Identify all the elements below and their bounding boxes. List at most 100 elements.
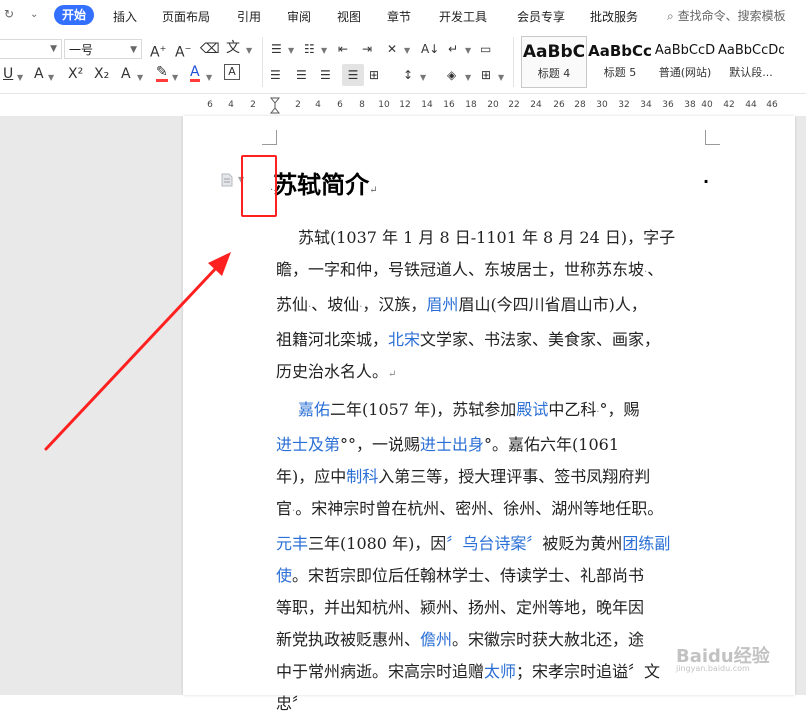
hyperlink[interactable]: 殿试 (516, 400, 548, 419)
chevron-down-icon[interactable]: ▼ (17, 69, 23, 87)
style-name: 默认段... (729, 66, 773, 79)
text-run: °，赐 (599, 400, 640, 419)
hyperlink[interactable]: 元丰 (276, 534, 308, 553)
character-border-icon[interactable]: A (224, 64, 240, 80)
text-run: 入第三等，授大理评事、签书凤翔府判 (378, 467, 651, 486)
chevron-down-icon[interactable]: ▼ (321, 42, 327, 60)
numbered-list-icon[interactable]: ☷ (304, 40, 315, 58)
hyperlink[interactable]: 眉州 (426, 295, 458, 314)
style-normal-web[interactable]: AaBbCcD 普通(网站) (652, 36, 718, 88)
chevron-down-icon[interactable]: ▼ (48, 69, 54, 87)
hyperlink[interactable]: 进士出身 (420, 435, 484, 454)
shading-icon[interactable]: ◈ (447, 66, 456, 84)
text-effect-icon[interactable]: A (121, 65, 131, 83)
line-spacing-icon[interactable]: ↕ (403, 66, 413, 84)
hyperlink[interactable]: 使 (276, 566, 292, 585)
hyperlink[interactable]: 儋州 (420, 630, 452, 649)
text-run: 。宋神宗时曾在杭州、密州、徐州、湖州等地任职。 (295, 499, 664, 518)
highlight-icon[interactable]: ✎ (156, 65, 168, 82)
text-line: 进士及第°°，一说赐进士出身°。嘉佑六年(1061 (276, 429, 706, 461)
chevron-down-icon[interactable]: ▼ (465, 42, 471, 60)
chevron-down-icon[interactable]: ▼ (172, 69, 178, 87)
ribbon-toolbar: ▼ 一号 ▼ A+ A− ⌫ 文 ▼ U ▼ A ▼ X² X₂ A ▼ ✎ ▼… (0, 31, 806, 94)
menu-tab-view[interactable]: 视图 (337, 8, 361, 25)
style-heading-4[interactable]: AaBbC 标题 4 (521, 36, 587, 88)
style-heading-5[interactable]: AaBbCc 标题 5 (588, 36, 652, 88)
subscript-icon[interactable]: X₂ (94, 65, 109, 83)
paragraph-handle-icon[interactable] (221, 173, 233, 187)
font-effect-icon[interactable]: A (34, 65, 44, 83)
sort-icon[interactable]: A↓ (421, 40, 439, 58)
chevron-down-icon[interactable]: ▼ (465, 69, 471, 87)
chinese-layout-icon[interactable]: ✕ (387, 40, 397, 58)
increase-indent-icon[interactable]: ⇥ (362, 40, 372, 58)
align-left-icon[interactable]: ☰ (270, 66, 281, 84)
hyperlink[interactable]: 制科 (346, 467, 378, 486)
menu-tab-member[interactable]: 会员专享 (517, 8, 565, 25)
ruler-tick-label: 22 (508, 100, 520, 110)
phonetic-guide-icon[interactable]: 文 (226, 39, 240, 57)
ruler-tick-label: 34 (640, 100, 652, 110)
font-color-icon[interactable]: A (190, 65, 200, 82)
shrink-font-icon[interactable]: A− (175, 40, 191, 62)
hyperlink[interactable]: 〞乌台诗案〞 (446, 534, 542, 553)
chevron-down-icon[interactable]: ▼ (498, 69, 504, 87)
ruler-tick-label: 30 (596, 100, 608, 110)
text-line: 嘉佑二年(1057 年)，苏轼参加殿试中乙科·°，赐 (276, 394, 706, 429)
menu-tab-home[interactable]: 开始 (54, 5, 95, 25)
chevron-down-icon[interactable]: ▼ (420, 69, 426, 87)
ruler-tick-label: 14 (421, 100, 433, 110)
menu-tab-chapter[interactable]: 章节 (387, 8, 411, 25)
redo-icon[interactable]: ↻ (4, 7, 14, 21)
ruler-tick-label: 42 (723, 100, 735, 110)
style-default-paragraph[interactable]: AaBbCcDd 默认段... (718, 36, 784, 88)
hyperlink[interactable]: 团练副 (622, 534, 670, 553)
quick-access-dropdown-icon[interactable]: ⌄ (30, 9, 38, 20)
font-name-select[interactable]: ▼ (0, 39, 62, 59)
hyperlink[interactable]: 太师 (484, 662, 516, 681)
indent-marker-icon[interactable] (270, 97, 280, 115)
menu-tab-developer[interactable]: 开发工具 (439, 8, 487, 25)
show-marks-icon[interactable]: ▭ (480, 40, 491, 58)
text-run: 历史治水名人。 (276, 362, 389, 381)
chevron-down-icon[interactable]: ▼ (288, 42, 294, 60)
menu-tab-correction[interactable]: 批改服务 (590, 8, 638, 25)
margin-corner (705, 130, 720, 145)
menu-tab-review[interactable]: 审阅 (287, 8, 311, 25)
underline-icon[interactable]: U (3, 65, 13, 83)
grow-font-icon[interactable]: A+ (150, 40, 166, 62)
menu-tab-insert[interactable]: 插入 (113, 8, 137, 25)
hyperlink[interactable]: 北宋 (388, 330, 420, 349)
text-run: 二年(1057 年)，苏轼参加 (330, 400, 517, 419)
superscript-icon[interactable]: X² (68, 65, 83, 83)
horizontal-ruler[interactable]: 6 4 2 2 4 6 8 10 12 14 16 18 20 22 24 26 28 30 32 34 36 38 40 4… (0, 94, 806, 116)
heading-text: 苏轼简介 (273, 170, 370, 199)
document-heading[interactable]: ·苏轼简介↵ (270, 165, 378, 200)
align-center-icon[interactable]: ☰ (296, 66, 307, 84)
bullet-list-icon[interactable]: ☰ (271, 40, 282, 58)
hyperlink[interactable]: 进士及第 (276, 435, 340, 454)
line-break-icon[interactable]: ↵ (448, 40, 458, 58)
chevron-down-icon[interactable]: ▼ (404, 42, 410, 60)
hyperlink[interactable]: 嘉佑 (298, 400, 330, 419)
text-run: 年)，应中 (276, 467, 347, 486)
text-run: 祖籍河北栾城， (276, 330, 389, 349)
chevron-down-icon[interactable]: ▼ (137, 69, 143, 87)
clear-format-icon[interactable]: ⌫ (200, 40, 220, 58)
justify-icon[interactable]: ☰ (342, 64, 364, 86)
text-run: 文学家、书法家、美食家、画家， (420, 330, 661, 349)
text-run: 新党执政被贬惠州、 (276, 630, 421, 649)
font-size-select[interactable]: 一号 ▼ (64, 39, 142, 59)
border-icon[interactable]: ⊞ (481, 66, 491, 84)
body-paragraph-1[interactable]: 苏轼(1037 年 1 月 8 日-1101 年 8 月 24 日)，字子 瞻，一… (276, 222, 706, 391)
distribute-icon[interactable]: ⊞ (369, 66, 379, 84)
body-paragraph-2[interactable]: 嘉佑二年(1057 年)，苏轼参加殿试中乙科·°，赐 进士及第°°，一说赐进士出身… (276, 394, 706, 720)
align-right-icon[interactable]: ☰ (320, 66, 331, 84)
text-run: 瞻，一字和仲，号铁冠道人、东坡居士，世称苏东坡 (276, 260, 645, 279)
chevron-down-icon[interactable]: ▼ (206, 69, 212, 87)
chevron-down-icon[interactable]: ▼ (246, 42, 252, 60)
command-search[interactable]: ⌕ 查找命令、搜索模板 (667, 7, 786, 24)
menu-tab-references[interactable]: 引用 (237, 8, 261, 25)
menu-tab-page-layout[interactable]: 页面布局 (162, 8, 210, 25)
decrease-indent-icon[interactable]: ⇤ (338, 40, 348, 58)
